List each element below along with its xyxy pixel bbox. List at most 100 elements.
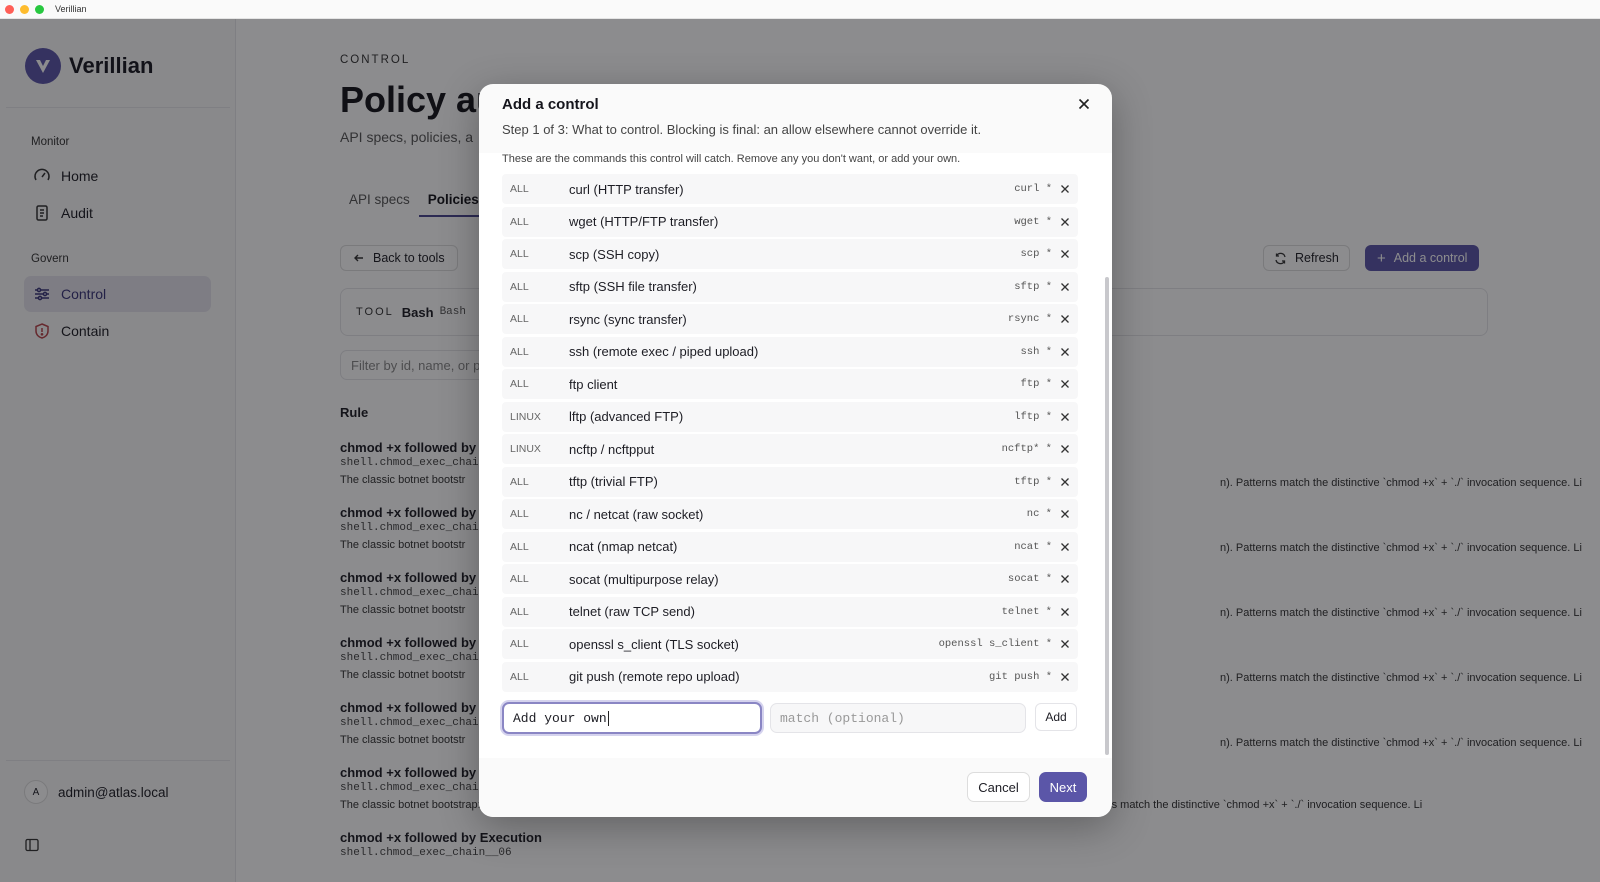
remove-command-icon[interactable] [1060,412,1070,422]
remove-command-icon[interactable] [1060,217,1070,227]
close-window-button[interactable] [5,4,14,14]
command-label: wget (HTTP/FTP transfer) [569,214,719,229]
command-row: ALL socat (multipurpose relay) socat * [502,564,1078,594]
remove-command-icon[interactable] [1060,509,1070,519]
command-row: ALL scp (SSH copy) scp * [502,239,1078,269]
add-own-row: Add your own match (optional) Add [502,702,1078,734]
zoom-window-button[interactable] [35,4,44,14]
remove-command-icon[interactable] [1060,379,1070,389]
match-pattern-input[interactable]: match (optional) [770,703,1026,733]
command-match: ftp * [1020,378,1052,390]
command-match: openssl s_client * [938,638,1052,650]
command-match: git push * [988,670,1052,683]
command-row: ALL rsync (sync transfer) rsync * [502,304,1078,334]
command-platform: ALL [510,248,529,260]
text-caret [607,710,609,726]
scrollbar[interactable] [1105,277,1109,755]
minimize-window-button[interactable] [20,4,29,14]
custom-command-input[interactable]: Add your own [502,702,762,734]
command-row: LINUX ncftp / ncftpput ncftp* * [502,434,1078,464]
command-platform: ALL [510,670,529,683]
remove-command-icon[interactable] [1060,477,1070,487]
remove-command-icon[interactable] [1060,282,1070,292]
dialog-footer: Cancel Next [479,758,1112,817]
remove-command-icon[interactable] [1060,672,1070,682]
command-row: ALL ssh (remote exec / piped upload) ssh * [502,336,1078,367]
command-row: ALL nc / netcat (raw socket) nc * [502,499,1078,529]
window-titlebar: Verillian [0,0,1600,19]
command-label: sftp (SSH file transfer) [569,279,697,294]
command-label: nc / netcat (raw socket) [569,506,704,522]
dialog-title: Add a control [502,96,599,113]
command-platform: LINUX [510,410,541,423]
command-platform: ALL [510,313,529,325]
command-match: nc * [1026,508,1052,520]
window-title: Verillian [55,4,87,14]
command-list[interactable]: These are the commands this control will… [479,153,1112,758]
command-platform: ALL [510,540,529,553]
cancel-button[interactable]: Cancel [967,772,1030,802]
remove-command-icon[interactable] [1060,184,1070,194]
command-label: openssl s_client (TLS socket) [569,636,739,652]
command-match: sftp * [1014,280,1052,293]
command-row: ALL wget (HTTP/FTP transfer) wget * [502,206,1078,237]
command-match: ncftp* * [1001,443,1052,455]
command-match: socat * [1007,573,1052,585]
next-button[interactable]: Next [1039,772,1087,802]
command-label: git push (remote repo upload) [569,669,740,684]
command-match: scp * [1020,248,1052,260]
command-match: tftp * [1014,475,1052,488]
command-platform: ALL [510,280,529,293]
command-match: wget * [1014,215,1052,228]
command-label: telnet (raw TCP send) [569,604,695,619]
command-match: lftp * [1014,410,1052,423]
command-row: ALL sftp (SSH file transfer) sftp * [502,271,1078,302]
command-row: ALL openssl s_client (TLS socket) openssl … [502,629,1078,659]
remove-command-icon[interactable] [1060,574,1070,584]
command-label: socat (multipurpose relay) [569,571,719,587]
command-list-note: These are the commands this control will… [502,153,961,165]
remove-command-icon[interactable] [1060,607,1070,617]
command-platform: ALL [510,638,529,650]
command-match: ncat * [1014,540,1052,553]
command-row: ALL curl (HTTP transfer) curl * [502,174,1078,204]
command-row: ALL tftp (trivial FTP) tftp * [502,466,1078,497]
close-icon[interactable] [1078,97,1090,110]
command-platform: ALL [510,475,529,488]
command-label: lftp (advanced FTP) [569,409,684,424]
add-command-button[interactable]: Add [1035,703,1077,731]
custom-command-value: Add your own [513,710,607,726]
command-row: ALL ftp client ftp * [502,369,1078,399]
dialog-subtitle: Step 1 of 3: What to control. Blocking i… [502,122,982,137]
remove-command-icon[interactable] [1060,542,1070,552]
command-label: curl (HTTP transfer) [569,181,684,197]
command-match: curl * [1014,183,1052,195]
remove-command-icon[interactable] [1060,639,1070,649]
command-platform: LINUX [510,443,541,455]
command-platform: ALL [510,215,529,228]
command-platform: ALL [510,345,529,358]
command-label: ssh (remote exec / piped upload) [569,344,759,359]
command-row: ALL ncat (nmap netcat) ncat * [502,531,1078,562]
command-match: telnet * [1001,605,1052,618]
remove-command-icon[interactable] [1060,249,1070,259]
command-label: ncftp / ncftpput [569,441,655,457]
command-platform: ALL [510,183,529,195]
command-platform: ALL [510,605,529,618]
command-row: LINUX lftp (advanced FTP) lftp * [502,401,1078,432]
remove-command-icon[interactable] [1060,314,1070,324]
command-row: ALL telnet (raw TCP send) telnet * [502,596,1078,627]
command-label: ncat (nmap netcat) [569,539,678,554]
command-label: ftp client [569,376,618,392]
remove-command-icon[interactable] [1060,347,1070,357]
command-match: ssh * [1020,345,1052,358]
command-label: scp (SSH copy) [569,246,660,262]
command-label: tftp (trivial FTP) [569,474,658,489]
command-label: rsync (sync transfer) [569,311,687,327]
command-platform: ALL [510,573,529,585]
add-control-dialog: Add a control Step 1 of 3: What to contr… [479,84,1112,817]
remove-command-icon[interactable] [1060,444,1070,454]
command-platform: ALL [510,508,529,520]
command-row: ALL git push (remote repo upload) git push… [502,661,1078,692]
command-platform: ALL [510,378,529,390]
